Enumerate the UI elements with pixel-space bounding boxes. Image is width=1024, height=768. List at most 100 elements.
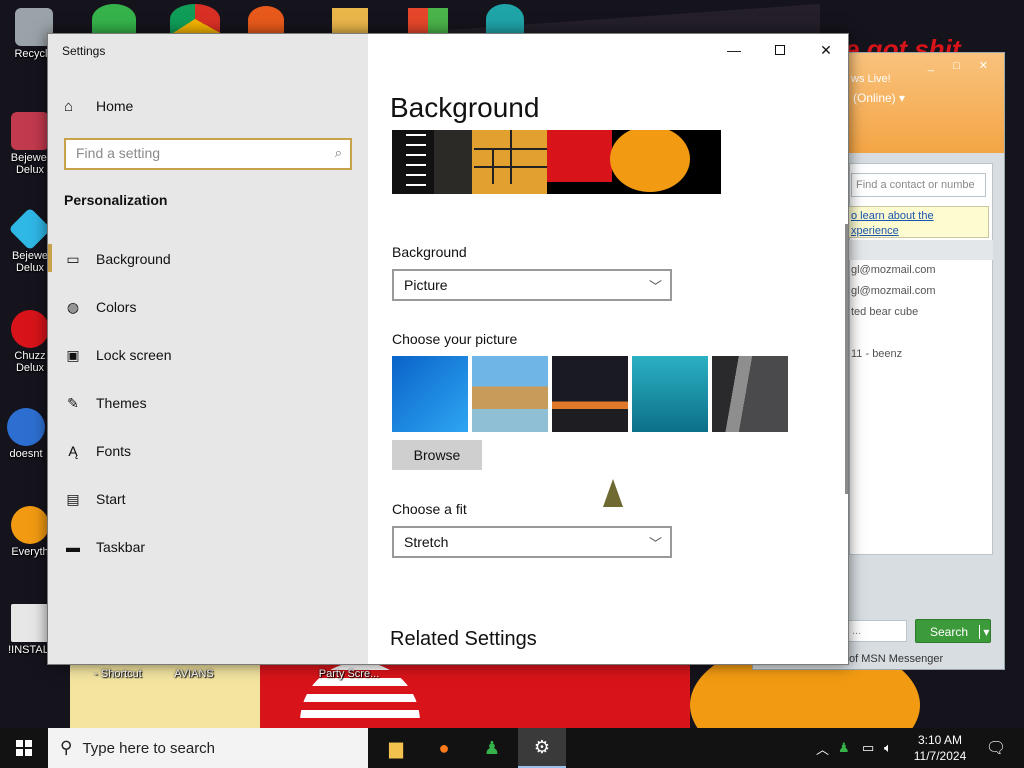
taskbar-app-file-explorer[interactable]: ▆: [372, 728, 420, 768]
msn-user-name: ws Live!: [851, 73, 891, 85]
sidebar-item-lock-screen[interactable]: ▣ Lock screen: [64, 344, 171, 366]
desktop-icon-label: Chuzz Delux: [14, 350, 46, 374]
preview-pumpkin-shape: [610, 130, 690, 192]
msn-status[interactable]: (Online) ▾: [853, 91, 905, 105]
taskbar-app-msn-messenger[interactable]: ♟: [468, 728, 516, 768]
palette-icon: ◍: [66, 298, 80, 315]
fit-dropdown[interactable]: Stretch ﹀: [392, 526, 672, 558]
search-icon: ⌕: [334, 145, 342, 160]
picture-thumbnail-beach-rocks[interactable]: [472, 356, 548, 432]
tray-msn[interactable]: ♟: [838, 728, 850, 768]
sidebar-item-label: Fonts: [96, 443, 132, 459]
related-settings-heading: Related Settings: [390, 628, 537, 650]
notification-icon: 🗨︎: [985, 740, 1007, 757]
chuzzle-icon: [11, 310, 49, 348]
picture-thumbnail-underwater-swimmer[interactable]: [632, 356, 708, 432]
taskbar-clock[interactable]: 3:10 AM 11/7/2024: [908, 732, 972, 764]
windows-logo-icon: [16, 740, 32, 756]
msn-search-input[interactable]: ...: [847, 620, 907, 642]
picture-thumbnail-windows-blue[interactable]: [392, 356, 468, 432]
dropdown-value: Stretch: [404, 534, 449, 550]
character-icon[interactable]: [486, 4, 524, 34]
desktop-icon-label: - Shortcut: [94, 668, 142, 680]
chrome-icon[interactable]: [170, 4, 220, 34]
taskbar-app-firefox[interactable]: ●: [420, 728, 468, 768]
chevron-down-icon[interactable]: ▾: [979, 625, 990, 639]
background-label: Background: [392, 244, 467, 260]
maximize-button[interactable]: [757, 34, 803, 66]
close-button[interactable]: ✕: [803, 34, 848, 66]
desktop-icon-doesnt[interactable]: doesnt: [0, 408, 52, 460]
chevron-down-icon: ﹀: [648, 536, 662, 551]
home-link[interactable]: ⌂ Home: [64, 96, 133, 116]
section-title: Personalization: [64, 192, 168, 208]
picture-thumbnail-rock-cliff[interactable]: [712, 356, 788, 432]
home-label: Home: [96, 98, 134, 114]
messenger-tray-icon: ♟: [838, 740, 850, 755]
sidebar-item-background[interactable]: ▭ Background: [64, 248, 170, 270]
volume-icon: 🔈︎: [884, 740, 892, 755]
desktop-icon-party-screen[interactable]: Party Scre...: [316, 668, 382, 680]
msn-contact[interactable]: gl@mozmail.com: [851, 264, 936, 276]
sidebar-item-colors[interactable]: ◍ Colors: [64, 296, 137, 318]
tray-chevron[interactable]: ︿: [816, 728, 829, 768]
background-type-dropdown[interactable]: Picture ﹀: [392, 269, 672, 301]
start-button[interactable]: [0, 728, 48, 768]
msn-window-controls[interactable]: _ □ ✕: [928, 59, 996, 72]
desktop-icon-label: Bejewel Delux: [10, 152, 50, 176]
sidebar-item-label: Colors: [96, 299, 137, 315]
msn-shortcut-icon[interactable]: [92, 4, 136, 34]
document-icon: [11, 604, 49, 642]
settings-search-input[interactable]: [76, 140, 326, 166]
picture-thumbnail-night-sky-tent[interactable]: [552, 356, 628, 432]
settings-content: Background Background Picture ﹀ Choose y…: [368, 34, 848, 664]
app-shortcut-icon[interactable]: [332, 8, 368, 34]
desktop-icon-label: Party Scre...: [318, 668, 380, 680]
magnifier-icon: [11, 506, 49, 544]
settings-sidebar: Settings ⌂ Home ⌕ Personalization ▭ Back…: [48, 34, 368, 664]
folder-icon: ▆: [389, 737, 403, 758]
sidebar-item-fonts[interactable]: Ą Fonts: [64, 440, 131, 462]
msn-search-button[interactable]: Search ▾: [915, 619, 991, 643]
msn-contact[interactable]: gl@mozmail.com: [851, 285, 936, 297]
active-indicator: [48, 244, 52, 272]
taskbar-app-settings[interactable]: ⚙: [518, 728, 566, 768]
browse-button[interactable]: Browse: [392, 440, 482, 470]
msn-contact[interactable]: ted bear cube: [851, 306, 918, 318]
msn-find-contact-input[interactable]: Find a contact or numbe: [851, 173, 986, 197]
scrollbar[interactable]: [845, 224, 848, 494]
tray-network[interactable]: ▭: [862, 728, 874, 768]
minimize-button[interactable]: —: [711, 34, 757, 66]
fonts-icon: Ą: [68, 443, 78, 459]
msn-contact[interactable]: 11 - beenz: [851, 348, 902, 360]
desktop-icon-label: Bejewe Delux: [11, 250, 49, 274]
sidebar-item-label: Themes: [96, 395, 147, 411]
choose-picture-label: Choose your picture: [392, 331, 518, 347]
window-title: Settings: [62, 44, 106, 58]
desktop-icon-avians[interactable]: AVIANS: [168, 668, 220, 680]
notification-center-button[interactable]: 🗨︎: [976, 728, 1016, 768]
gear-icon: ⚙: [533, 736, 551, 757]
msn-info-link[interactable]: o learn about the xperience: [847, 206, 989, 238]
home-icon: ⌂: [64, 97, 74, 115]
chevron-up-icon: ︿: [816, 741, 830, 757]
start-icon: ▤: [66, 490, 80, 507]
search-icon: ⚲: [60, 738, 73, 757]
desktop-icon-label: Everyth: [11, 546, 49, 558]
app-shortcut-icon[interactable]: [248, 6, 284, 34]
settings-search-box[interactable]: ⌕: [64, 138, 352, 170]
thunderbird-icon: [7, 408, 45, 446]
clock-time: 3:10 AM: [917, 733, 963, 747]
sidebar-item-start[interactable]: ▤ Start: [64, 488, 125, 510]
maximize-icon: [775, 45, 785, 55]
minimize-icon: —: [727, 42, 741, 58]
desktop-icon-shortcut[interactable]: - Shortcut: [88, 668, 148, 680]
taskbar-search-text: Type here to search: [82, 739, 216, 757]
tray-volume[interactable]: 🔈︎: [884, 728, 892, 768]
sidebar-item-taskbar[interactable]: ▬ Taskbar: [64, 536, 145, 558]
sidebar-item-themes[interactable]: ✎ Themes: [64, 392, 147, 414]
taskbar-search-box[interactable]: ⚲ Type here to search: [48, 728, 368, 768]
dropdown-value: Picture: [404, 277, 448, 293]
cursor-icon: [603, 479, 623, 507]
windows-store-icon[interactable]: [408, 8, 448, 34]
